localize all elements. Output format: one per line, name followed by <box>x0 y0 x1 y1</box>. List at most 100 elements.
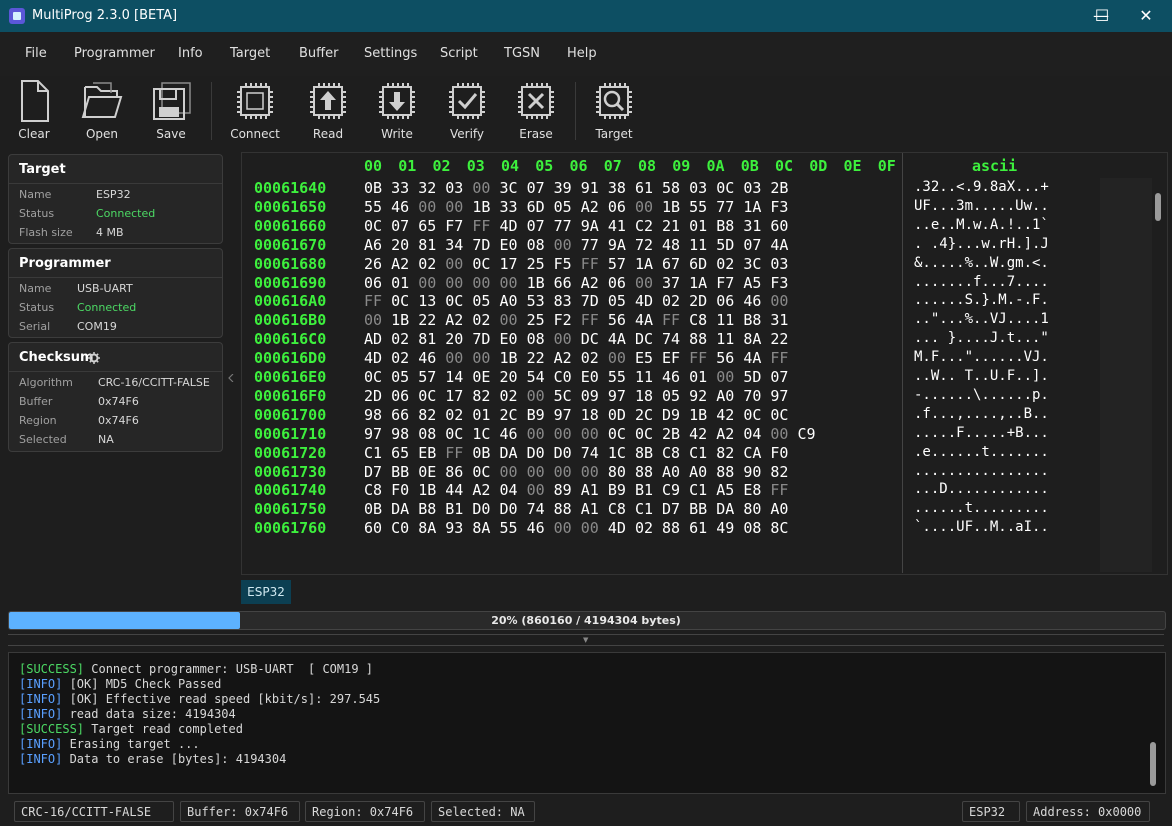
connect-button[interactable]: Connect <box>225 79 285 145</box>
hex-row-bytes[interactable]: 98 66 82 02 01 2C B9 97 18 0D 2C D9 1B 4… <box>364 406 788 424</box>
hex-row-address: 000616F0 <box>254 386 327 405</box>
clear-button[interactable]: Clear <box>4 79 64 145</box>
open-button[interactable]: Open <box>72 79 132 145</box>
status-target: ESP32 <box>962 801 1020 822</box>
read-button[interactable]: Read <box>298 79 358 145</box>
menu-script[interactable]: Script <box>440 46 478 61</box>
menu-target[interactable]: Target <box>230 46 270 61</box>
hex-row-ascii[interactable]: M.F..."......VJ. <box>914 349 1049 365</box>
serial-label: Serial <box>19 320 51 333</box>
hex-row-bytes[interactable]: A6 20 81 34 7D E0 08 00 77 9A 72 48 11 5… <box>364 236 788 254</box>
log-message: [OK] Effective read speed [kbit/s]: 297.… <box>62 692 381 706</box>
log-tag: [INFO] <box>19 752 63 766</box>
hex-row-ascii[interactable]: .f...,....,..B.. <box>914 406 1049 422</box>
menu-file[interactable]: File <box>25 46 47 61</box>
hex-row-ascii[interactable]: UF...3m.....Uw.. <box>914 198 1049 214</box>
hex-row-ascii[interactable]: &.....%..W.gm.<. <box>914 255 1049 271</box>
menu-info[interactable]: Info <box>178 46 203 61</box>
hex-row-ascii[interactable]: -......\......p. <box>914 387 1049 403</box>
hex-row-bytes[interactable]: 55 46 00 00 1B 33 6D 05 A2 06 00 1B 55 7… <box>364 198 788 216</box>
hex-row-ascii[interactable]: .....F.....+B... <box>914 425 1049 441</box>
target-name-label: Name <box>19 188 52 201</box>
hex-row-bytes[interactable]: FF 0C 13 0C 05 A0 53 83 7D 05 4D 02 2D 0… <box>364 292 788 310</box>
hex-row-ascii[interactable]: . .4}...w.rH.].J <box>914 236 1049 252</box>
hex-column-label: 04 <box>501 157 520 175</box>
hex-row-address: 000616B0 <box>254 311 327 330</box>
save-button[interactable]: Save <box>141 79 201 145</box>
hex-row-address: 00061670 <box>254 235 327 254</box>
hex-row-bytes[interactable]: AD 02 81 20 7D E0 08 00 DC 4A DC 74 88 1… <box>364 330 788 348</box>
menu-help[interactable]: Help <box>567 46 597 61</box>
log-message: Connect programmer: USB-UART [ COM19 ] <box>84 662 374 676</box>
hex-row-bytes[interactable]: 00 1B 22 A2 02 00 25 F2 FF 56 4A FF C8 1… <box>364 311 788 329</box>
erase-button[interactable]: Erase <box>506 79 566 145</box>
hex-row-address: 00061730 <box>254 462 327 481</box>
divider <box>9 371 222 372</box>
algorithm-value: CRC-16/CCITT-FALSE <box>98 376 210 389</box>
hex-row-ascii[interactable]: ................ <box>914 463 1049 479</box>
hex-row-bytes[interactable]: D7 BB 0E 86 0C 00 00 00 00 80 88 A0 A0 8… <box>364 463 788 481</box>
ascii-panel-edge <box>1100 178 1152 572</box>
flash-size-value: 4 MB <box>96 226 124 239</box>
hex-row-bytes[interactable]: 0B DA B8 B1 D0 D0 74 88 A1 C8 C1 D7 BB D… <box>364 500 788 518</box>
hex-row-ascii[interactable]: .e......t....... <box>914 444 1049 460</box>
erase-label: Erase <box>519 127 553 141</box>
buffer-label: Buffer <box>19 395 53 408</box>
hex-row-bytes[interactable]: 0B 33 32 03 00 3C 07 39 91 38 61 58 03 0… <box>364 179 788 197</box>
hex-row-ascii[interactable]: `....UF..M..aI.. <box>914 519 1049 535</box>
log-tag: [INFO] <box>19 737 63 751</box>
hex-row-address: 00061740 <box>254 481 327 500</box>
menu-programmer[interactable]: Programmer <box>74 46 155 61</box>
hex-row-ascii[interactable]: ..e..M.w.A.!..1` <box>914 217 1049 233</box>
hex-row-bytes[interactable]: 97 98 08 0C 1C 46 00 00 00 0C 0C 2B 42 A… <box>364 425 816 443</box>
hex-row-bytes[interactable]: 4D 02 46 00 00 1B 22 A2 02 00 E5 EF FF 5… <box>364 349 788 367</box>
app-logo-icon <box>9 8 25 24</box>
log-line: [INFO] Data to erase [bytes]: 4194304 <box>19 752 286 766</box>
hex-row-ascii[interactable]: ...D............ <box>914 481 1049 497</box>
hex-row-ascii[interactable]: .."...%..VJ....1 <box>914 311 1049 327</box>
panel-splitter[interactable] <box>226 152 236 602</box>
close-button[interactable]: ✕ <box>1123 0 1169 32</box>
hex-scrollbar-thumb[interactable] <box>1155 193 1161 221</box>
gear-icon[interactable] <box>88 352 100 364</box>
status-address: Address: 0x0000 <box>1026 801 1150 822</box>
hex-scrollbar[interactable] <box>1153 180 1163 572</box>
log-scrollbar-thumb[interactable] <box>1150 742 1156 786</box>
hex-row-bytes[interactable]: 2D 06 0C 17 82 02 00 5C 09 97 18 05 92 A… <box>364 387 788 405</box>
target-panel: Target Name ESP32 Status Connected Flash… <box>8 154 223 244</box>
menu-buffer[interactable]: Buffer <box>299 46 338 61</box>
buffer-tab-esp32[interactable]: ESP32 <box>241 580 291 604</box>
flash-size-label: Flash size <box>19 226 73 239</box>
panel-title: Programmer <box>19 256 111 271</box>
log-line: [SUCCESS] Connect programmer: USB-UART [… <box>19 662 373 676</box>
hex-row-ascii[interactable]: ..W.. T..U.F..]. <box>914 368 1049 384</box>
hex-row-bytes[interactable]: 60 C0 8A 93 8A 55 46 00 00 4D 02 88 61 4… <box>364 519 788 537</box>
programmer-panel: Programmer Name USB-UART Status Connecte… <box>8 248 223 338</box>
target-button[interactable]: Target <box>584 79 644 145</box>
hex-row-address: 00061690 <box>254 273 327 292</box>
hex-row-ascii[interactable]: ......t......... <box>914 500 1049 516</box>
hex-row-bytes[interactable]: 06 01 00 00 00 00 1B 66 A2 06 00 37 1A F… <box>364 274 788 292</box>
maximize-button[interactable]: ☐ <box>1079 0 1125 32</box>
menu-tgsn[interactable]: TGSN <box>504 46 540 61</box>
divider <box>9 183 222 184</box>
hex-row-bytes[interactable]: 0C 07 65 F7 FF 4D 07 77 9A 41 C2 21 01 B… <box>364 217 788 235</box>
hex-row-ascii[interactable]: ......S.}.M.-.F. <box>914 292 1049 308</box>
status-algorithm: CRC-16/CCITT-FALSE <box>14 801 174 822</box>
hex-row-bytes[interactable]: C8 F0 1B 44 A2 04 00 89 A1 B9 B1 C9 C1 A… <box>364 481 788 499</box>
menu-settings[interactable]: Settings <box>364 46 417 61</box>
hex-row-bytes[interactable]: C1 65 EB FF 0B DA D0 D0 74 1C 8B C8 C1 8… <box>364 444 788 462</box>
log-tag: [INFO] <box>19 692 63 706</box>
status-buffer: Buffer: 0x74F6 <box>180 801 300 822</box>
hex-row-ascii[interactable]: .......f...7.... <box>914 274 1049 290</box>
hex-row-ascii[interactable]: ... }....J.t..." <box>914 330 1049 346</box>
chip-icon <box>237 83 273 119</box>
verify-button[interactable]: Verify <box>437 79 497 145</box>
hex-row-ascii[interactable]: .32..<.9.8aX...+ <box>914 179 1049 195</box>
target-label: Target <box>595 127 633 141</box>
write-button[interactable]: Write <box>367 79 427 145</box>
log-tag: [SUCCESS] <box>19 722 85 736</box>
hex-row-bytes[interactable]: 0C 05 57 14 0E 20 54 C0 E0 55 11 46 01 0… <box>364 368 788 386</box>
hex-row-address: 00061760 <box>254 519 327 538</box>
hex-row-bytes[interactable]: 26 A2 02 00 0C 17 25 F5 FF 57 1A 67 6D 0… <box>364 255 788 273</box>
